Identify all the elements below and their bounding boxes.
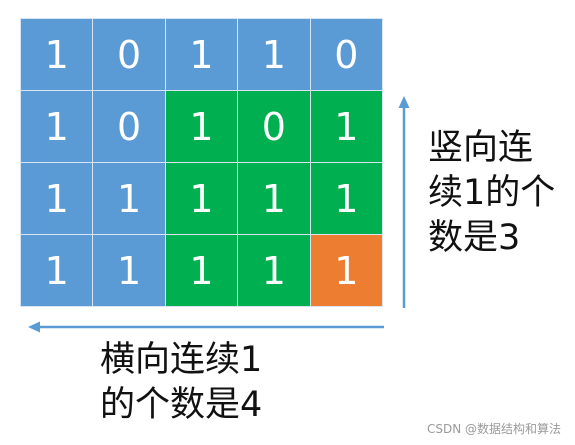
vertical-label-line-3: 数是3	[428, 218, 521, 258]
horizontal-label-line-2: 的个数是4	[100, 385, 263, 425]
matrix-cell-r1-c2: 1	[165, 91, 239, 163]
matrix-cell-r1-c1: 0	[93, 91, 166, 163]
horizontal-arrow-left-icon	[28, 321, 384, 333]
matrix-cell-r2-c4: 1	[310, 163, 383, 235]
horizontal-arrow-head	[28, 321, 40, 333]
matrix-cell-r2-c3: 1	[238, 163, 311, 235]
matrix-cell-r2-c2: 1	[165, 163, 239, 235]
watermark-text: CSDN @数据结构和算法	[426, 422, 561, 436]
vertical-count-label: 竖向连 续1的个 数是3	[428, 126, 573, 261]
matrix-cell-r1-c3: 0	[238, 91, 311, 163]
matrix-cell-r3-c1: 1	[93, 235, 166, 307]
matrix-cell-r0-c2: 1	[165, 19, 239, 91]
vertical-label-line-1: 竖向连	[428, 128, 534, 168]
matrix-cell-r2-c1: 1	[93, 163, 166, 235]
binary-matrix-grid: 10110101011111111111	[20, 18, 383, 307]
vertical-label-line-2: 续1的个	[428, 173, 556, 213]
matrix-cell-r0-c3: 1	[238, 19, 311, 91]
matrix-cell-r3-c4: 1	[310, 235, 383, 307]
matrix-cell-r0-c0: 1	[21, 19, 94, 91]
horizontal-label-line-1: 横向连续1	[100, 340, 263, 380]
matrix-cell-r1-c4: 1	[310, 91, 383, 163]
vertical-arrow-head	[398, 96, 410, 108]
vertical-arrow-up-icon	[398, 96, 410, 308]
matrix-cell-r3-c2: 1	[165, 235, 239, 307]
matrix-cell-r3-c3: 1	[238, 235, 311, 307]
matrix-cell-r1-c0: 1	[21, 91, 94, 163]
matrix-cell-r2-c0: 1	[21, 163, 94, 235]
matrix-cell-r3-c0: 1	[21, 235, 94, 307]
horizontal-count-label: 横向连续1 的个数是4	[100, 338, 340, 428]
matrix-cell-r0-c4: 0	[310, 19, 383, 91]
matrix-cell-r0-c1: 0	[93, 19, 166, 91]
